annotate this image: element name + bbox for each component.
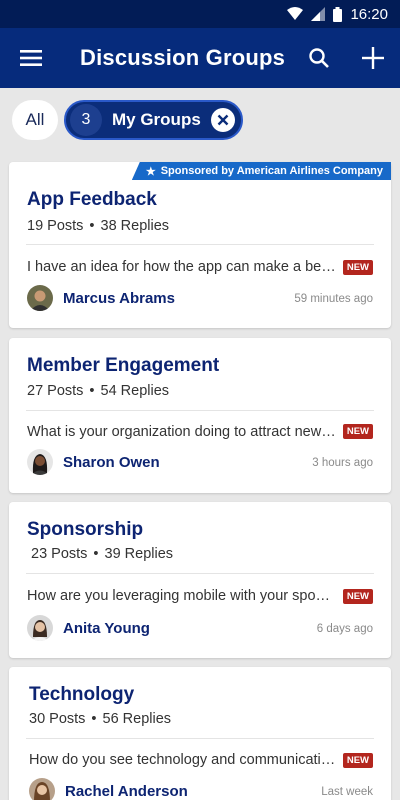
clear-filter-button[interactable] bbox=[210, 108, 235, 132]
close-icon bbox=[217, 114, 229, 126]
avatar bbox=[29, 778, 55, 800]
group-card[interactable]: ★ Sponsored by American Airlines Company… bbox=[9, 162, 391, 328]
star-icon: ★ bbox=[145, 165, 156, 178]
author-name[interactable]: Anita Young bbox=[63, 620, 150, 637]
separator-dot: • bbox=[91, 711, 97, 727]
divider bbox=[26, 410, 374, 411]
filter-chip-all[interactable]: All bbox=[12, 100, 58, 140]
avatar-image bbox=[27, 615, 53, 641]
new-badge: NEW bbox=[342, 753, 373, 768]
group-stats: 30 Posts • 56 Replies bbox=[29, 711, 171, 727]
wifi-icon bbox=[287, 7, 304, 21]
status-bar: 16:20 bbox=[0, 0, 400, 28]
group-card[interactable]: Member Engagement 27 Posts • 54 Replies Wh… bbox=[9, 338, 391, 493]
reply-count: 56 Replies bbox=[102, 711, 172, 727]
group-name: App Feedback bbox=[27, 189, 157, 210]
avatar-image bbox=[27, 449, 53, 475]
latest-post-preview: How do you see technology and communicat… bbox=[29, 752, 339, 768]
divider bbox=[26, 244, 374, 245]
latest-post-preview: I have an idea for how the app can make … bbox=[27, 259, 337, 275]
signal-icon bbox=[311, 7, 326, 21]
group-name: Technology bbox=[29, 684, 135, 705]
avatar bbox=[27, 285, 53, 311]
post-count: 23 Posts bbox=[31, 546, 88, 562]
avatar bbox=[27, 449, 53, 475]
search-button[interactable] bbox=[292, 28, 346, 88]
separator-dot: • bbox=[93, 546, 99, 562]
add-group-button[interactable] bbox=[346, 28, 400, 88]
post-time: 59 minutes ago bbox=[294, 293, 373, 305]
reply-count: 38 Replies bbox=[100, 218, 170, 234]
avatar bbox=[27, 615, 53, 641]
separator-dot: • bbox=[89, 218, 95, 234]
group-card[interactable]: Sponsorship 23 Posts • 39 Replies How are … bbox=[9, 502, 391, 658]
plus-icon bbox=[362, 47, 384, 69]
post-time: 6 days ago bbox=[316, 623, 373, 635]
filter-chip-my-groups[interactable]: 3 My Groups bbox=[64, 100, 243, 140]
new-badge: NEW bbox=[342, 424, 373, 439]
author-name[interactable]: Sharon Owen bbox=[63, 454, 160, 471]
battery-icon bbox=[333, 6, 343, 22]
search-icon bbox=[309, 48, 329, 68]
sponsor-badge: ★ Sponsored by American Airlines Company bbox=[131, 162, 391, 180]
group-name: Member Engagement bbox=[27, 355, 220, 376]
my-groups-count: 3 bbox=[70, 104, 102, 136]
group-name: Sponsorship bbox=[27, 519, 144, 540]
author-name[interactable]: Marcus Abrams bbox=[63, 290, 175, 307]
divider bbox=[26, 573, 374, 574]
avatar-image bbox=[27, 285, 53, 311]
post-time: Last week bbox=[321, 786, 373, 798]
divider bbox=[26, 738, 374, 739]
latest-post-preview: How are you leveraging mobile with your … bbox=[27, 588, 337, 604]
author-name[interactable]: Rachel Anderson bbox=[65, 783, 188, 800]
post-count: 27 Posts bbox=[27, 383, 84, 399]
post-count: 30 Posts bbox=[29, 711, 86, 727]
menu-button[interactable] bbox=[0, 28, 62, 88]
post-time: 3 hours ago bbox=[312, 457, 373, 469]
status-time: 16:20 bbox=[350, 5, 388, 23]
group-stats: 19 Posts • 38 Replies bbox=[27, 218, 169, 234]
reply-count: 54 Replies bbox=[100, 383, 170, 399]
hamburger-icon bbox=[20, 50, 42, 66]
separator-dot: • bbox=[89, 383, 95, 399]
group-stats: 27 Posts • 54 Replies bbox=[27, 383, 169, 399]
reply-count: 39 Replies bbox=[104, 546, 174, 562]
post-count: 19 Posts bbox=[27, 218, 84, 234]
group-stats: 23 Posts • 39 Replies bbox=[31, 546, 173, 562]
avatar-image bbox=[29, 778, 55, 800]
filter-bar: All 3 My Groups bbox=[0, 88, 400, 152]
new-badge: NEW bbox=[342, 260, 373, 275]
new-badge: NEW bbox=[342, 589, 373, 604]
group-card[interactable]: Technology 30 Posts • 56 Replies How do yo… bbox=[9, 667, 391, 800]
latest-post-preview: What is your organization doing to attra… bbox=[27, 424, 337, 440]
page-title: Discussion Groups bbox=[80, 45, 286, 70]
sponsor-text: Sponsored by American Airlines Company bbox=[160, 165, 383, 177]
app-bar: Discussion Groups bbox=[0, 28, 400, 88]
my-groups-label: My Groups bbox=[112, 110, 201, 129]
